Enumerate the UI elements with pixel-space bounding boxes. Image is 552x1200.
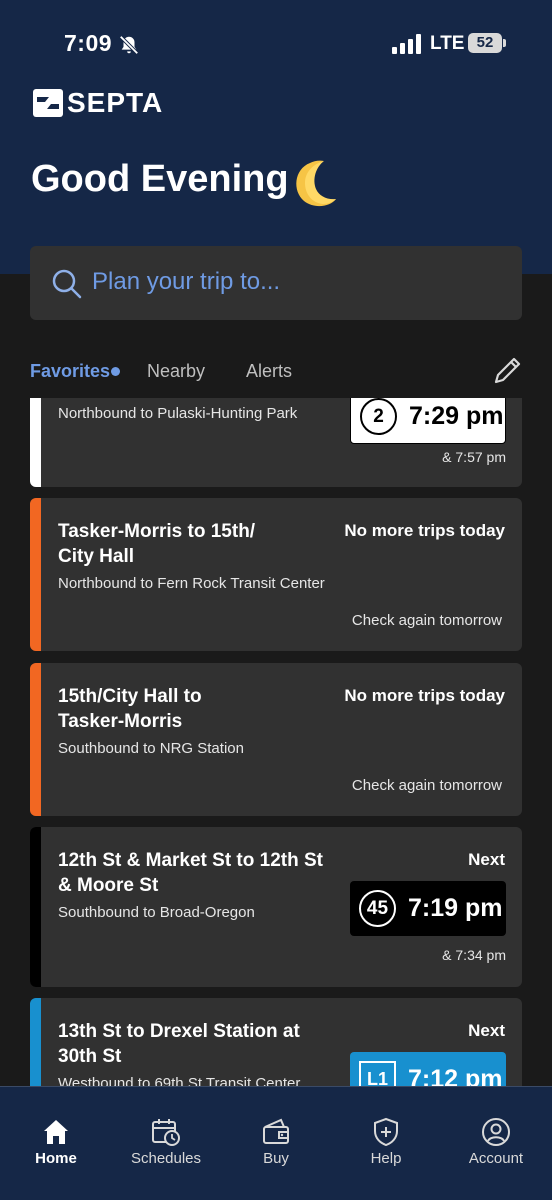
greeting-title: Good Evening	[31, 158, 289, 200]
nav-home[interactable]: Home	[1, 1087, 111, 1200]
nav-label: Account	[468, 1150, 524, 1167]
septa-logo-icon	[33, 89, 63, 117]
signal-icon	[392, 34, 421, 54]
tab-favorites[interactable]: Favorites	[30, 361, 110, 382]
route-number: 45	[359, 890, 396, 927]
nav-label: Schedules	[130, 1150, 202, 1167]
trip-direction: Westbound to 69th St Transit Center	[58, 1075, 301, 1086]
trip-status: No more trips today	[344, 686, 505, 705]
trip-note: Check again tomorrow	[351, 612, 502, 629]
route-color-stripe	[30, 827, 41, 987]
trip-title: 15th/City Hall to Tasker-Morris	[58, 686, 202, 732]
battery-level: 52	[476, 34, 494, 51]
shield-plus-icon	[374, 1117, 398, 1147]
bell-muted-icon	[119, 35, 139, 55]
search-placeholder: Plan your trip to...	[92, 268, 281, 295]
trip-card[interactable]: 15th/City Hall to Tasker-Morris Southbou…	[30, 663, 522, 816]
search-icon	[52, 269, 82, 299]
trip-search-input[interactable]: Plan your trip to...	[30, 246, 522, 320]
tab-alerts[interactable]: Alerts	[246, 361, 292, 382]
trip-direction: Northbound to Fern Rock Transit Center	[58, 575, 325, 592]
route-color-stripe	[30, 663, 41, 816]
route-color-stripe	[30, 998, 41, 1086]
tab-nearby[interactable]: Nearby	[147, 361, 205, 382]
following-departure: & 7:57 pm	[442, 449, 506, 465]
trip-direction: Southbound to Broad-Oregon	[58, 904, 255, 921]
trip-status: No more trips today	[344, 521, 505, 540]
nav-account[interactable]: Account	[441, 1087, 551, 1200]
nav-buy[interactable]: Buy	[221, 1087, 331, 1200]
trip-status: Next	[468, 1021, 505, 1040]
trip-title: 13th St to Drexel Station at 30th St	[58, 1021, 300, 1067]
trip-card[interactable]: 12th St & Market St to 12th St & Moore S…	[30, 827, 522, 987]
tab-indicator-dot	[111, 367, 120, 376]
trip-title: Tasker-Morris to 15th/ City Hall	[58, 521, 256, 567]
nav-label: Home	[35, 1150, 77, 1167]
battery-icon: 52	[468, 33, 506, 53]
trip-status: Next	[468, 850, 505, 869]
next-departure-time: 7:19 pm	[408, 894, 503, 922]
route-number: 2	[360, 398, 397, 435]
next-departure-badge: L1 7:12 pm	[350, 1052, 506, 1086]
nav-help[interactable]: Help	[331, 1087, 441, 1200]
trip-card[interactable]: 13th St to Drexel Station at 30th St Wes…	[30, 998, 522, 1086]
trip-direction: Southbound to NRG Station	[58, 740, 244, 757]
following-departure: & 7:34 pm	[442, 947, 506, 963]
trip-card[interactable]: Northbound to Pulaski-Hunting Park 2 7:2…	[30, 398, 522, 487]
bottom-navigation: Home Schedules Buy Help Account	[0, 1086, 552, 1200]
route-color-stripe	[30, 398, 41, 487]
route-color-stripe	[30, 498, 41, 651]
edit-pencil-icon[interactable]	[490, 354, 524, 388]
calendar-clock-icon	[152, 1119, 180, 1146]
network-label: LTE	[430, 33, 465, 54]
next-departure-badge: 45 7:19 pm	[350, 881, 506, 936]
next-departure-time: 7:29 pm	[409, 402, 504, 430]
next-departure-badge: 2 7:29 pm	[350, 398, 506, 444]
status-bar: 7:09 LTE 52	[0, 28, 552, 64]
nav-label: Buy	[263, 1150, 289, 1167]
wallet-icon	[263, 1118, 289, 1144]
septa-logo: SEPTA	[33, 87, 164, 118]
brand-name: SEPTA	[67, 87, 164, 118]
status-time: 7:09	[64, 30, 113, 56]
route-number: L1	[359, 1061, 396, 1086]
trip-direction: Northbound to Pulaski-Hunting Park	[58, 405, 298, 422]
nav-label: Help	[370, 1150, 402, 1167]
next-departure-time: 7:12 pm	[408, 1065, 503, 1086]
trip-note: Check again tomorrow	[351, 777, 502, 794]
favorites-tabs: Favorites Nearby Alerts	[0, 352, 552, 392]
home-icon	[44, 1120, 68, 1144]
nav-schedules[interactable]: Schedules	[111, 1087, 221, 1200]
trip-card[interactable]: Tasker-Morris to 15th/ City Hall Northbo…	[30, 498, 522, 651]
trip-title: 12th St & Market St to 12th St & Moore S…	[58, 850, 323, 896]
account-icon	[482, 1118, 510, 1146]
favorite-trips-list: Northbound to Pulaski-Hunting Park 2 7:2…	[0, 398, 552, 1086]
crescent-moon-icon	[296, 160, 336, 207]
